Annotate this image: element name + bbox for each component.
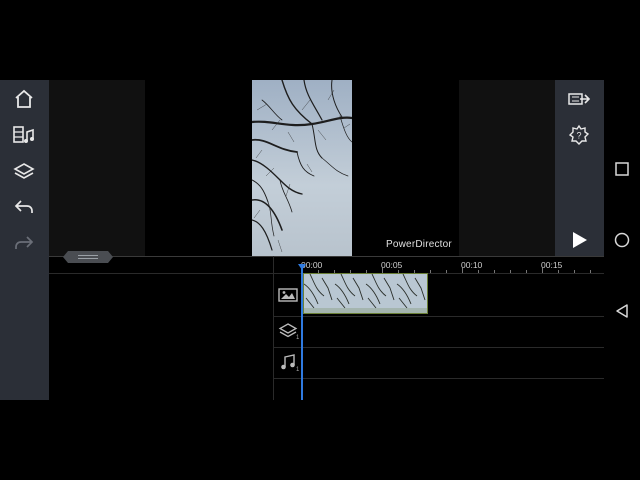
track-divider bbox=[273, 316, 604, 317]
layers-icon bbox=[13, 163, 35, 179]
watermark-text: PowerDirector bbox=[386, 239, 452, 250]
export-button[interactable] bbox=[563, 83, 595, 115]
letterbox-right bbox=[352, 80, 459, 256]
overlay-track-header[interactable]: 1 bbox=[277, 320, 299, 342]
overlay-track-index: 1 bbox=[296, 335, 300, 341]
time-ruler[interactable]: 00:00 00:05 00:10 00:15 bbox=[273, 256, 604, 273]
system-back-button[interactable] bbox=[612, 301, 632, 321]
left-toolbar bbox=[0, 80, 49, 400]
redo-button[interactable] bbox=[8, 227, 40, 259]
playhead[interactable] bbox=[301, 266, 303, 400]
ruler-tick bbox=[462, 268, 463, 273]
timeline[interactable]: 00:00 00:05 00:10 00:15 1 1 bbox=[49, 256, 604, 400]
ruler-tick bbox=[526, 270, 527, 273]
ruler-label-10: 00:10 bbox=[461, 260, 483, 270]
preview-image bbox=[252, 80, 352, 256]
track-headers: 1 1 bbox=[273, 273, 303, 400]
letterbox-left bbox=[145, 80, 252, 256]
recents-icon bbox=[615, 162, 629, 176]
ruler-tick bbox=[478, 270, 479, 273]
audio-track-index: 1 bbox=[296, 367, 300, 373]
recents-button[interactable] bbox=[612, 159, 632, 179]
ruler-label-15: 00:15 bbox=[541, 260, 563, 270]
track-divider bbox=[273, 378, 604, 379]
ruler-tick bbox=[494, 270, 495, 273]
ruler-tick bbox=[574, 270, 575, 273]
play-button[interactable] bbox=[563, 224, 595, 256]
image-track-icon bbox=[278, 288, 298, 302]
ruler-tick bbox=[590, 270, 591, 273]
home-circle-icon bbox=[614, 232, 630, 248]
ruler-tick bbox=[558, 270, 559, 273]
audio-track-header[interactable]: 1 bbox=[277, 351, 299, 373]
export-icon bbox=[568, 93, 591, 105]
ruler-tick bbox=[446, 270, 447, 273]
undo-icon bbox=[14, 200, 33, 213]
ruler-tick bbox=[510, 270, 511, 273]
svg-text:?: ? bbox=[576, 131, 581, 141]
right-toolbar: ? bbox=[555, 80, 604, 256]
resize-handle[interactable] bbox=[62, 250, 114, 264]
video-clip[interactable] bbox=[303, 273, 428, 314]
layers-button[interactable] bbox=[8, 155, 40, 187]
grip-icon bbox=[63, 251, 113, 263]
system-nav-bar bbox=[604, 0, 640, 480]
track-divider bbox=[273, 347, 604, 348]
video-track-header[interactable] bbox=[277, 284, 299, 306]
play-icon bbox=[573, 232, 587, 248]
system-home-button[interactable] bbox=[612, 230, 632, 250]
layers-track-icon bbox=[278, 323, 298, 338]
media-icon bbox=[13, 126, 34, 143]
music-track-icon bbox=[281, 354, 295, 370]
ruler-label-5: 00:05 bbox=[381, 260, 403, 270]
home-button[interactable] bbox=[8, 83, 40, 115]
settings-icon: ? bbox=[568, 124, 590, 145]
ruler-tick bbox=[542, 268, 543, 273]
settings-button[interactable]: ? bbox=[563, 119, 595, 151]
redo-icon bbox=[15, 236, 34, 249]
home-icon bbox=[15, 89, 33, 108]
undo-button[interactable] bbox=[8, 191, 40, 223]
preview-area[interactable]: PowerDirector bbox=[49, 80, 555, 256]
ruler-tick bbox=[430, 270, 431, 273]
back-icon bbox=[616, 304, 628, 318]
media-button[interactable] bbox=[8, 119, 40, 151]
